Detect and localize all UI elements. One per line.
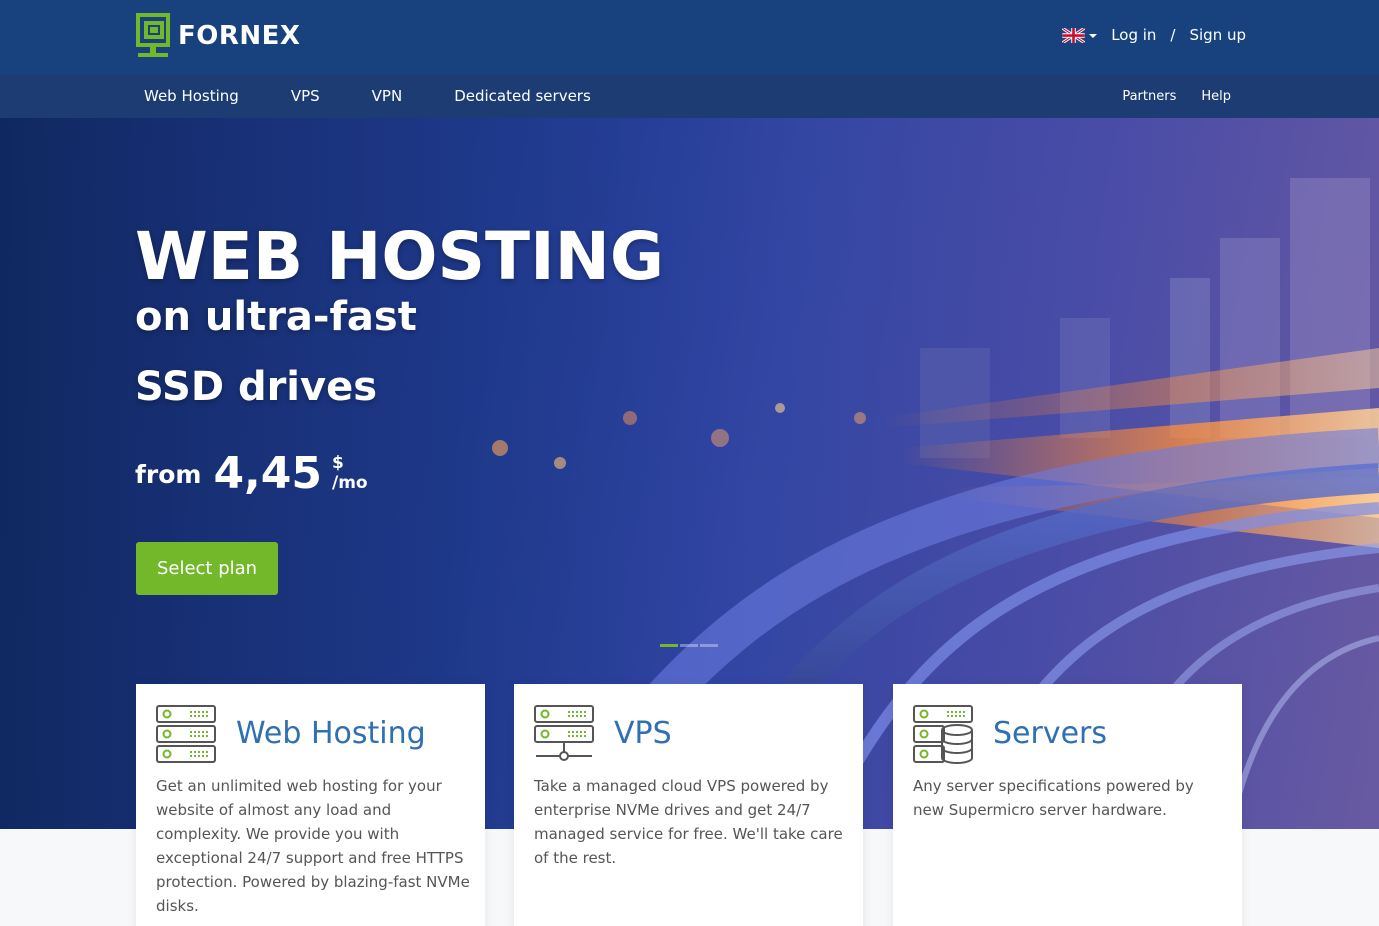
- auth-links: Log in / Sign up: [1062, 26, 1246, 44]
- hero-title: WEB HOSTING: [135, 218, 665, 295]
- server-database-icon: [913, 705, 973, 764]
- logo-text: FORNEX: [178, 21, 301, 51]
- card-title: Web Hosting: [236, 716, 426, 751]
- hero-subtitle-line2: SSD drives: [135, 364, 378, 410]
- hero-subtitle-line1: on ultra-fast: [135, 294, 417, 340]
- server-rack-icon: [156, 705, 216, 763]
- main-nav: Web Hosting VPS VPN Dedicated servers Pa…: [0, 74, 1379, 118]
- uk-flag-icon[interactable]: [1062, 27, 1086, 43]
- logo[interactable]: FORNEX: [136, 13, 300, 59]
- nav-primary: Web Hosting VPS VPN Dedicated servers: [144, 74, 643, 118]
- card-description: Take a managed cloud VPS powered by ente…: [534, 777, 843, 867]
- nav-item-dedicated-servers[interactable]: Dedicated servers: [454, 87, 591, 105]
- price-period: /mo: [332, 473, 368, 493]
- auth-separator: /: [1170, 26, 1176, 44]
- card-title: Servers: [993, 716, 1108, 751]
- chevron-down-icon[interactable]: [1089, 34, 1098, 38]
- card-description: Any server specifications powered by new…: [913, 777, 1194, 819]
- carousel-dot[interactable]: [660, 644, 678, 647]
- nav-item-vps[interactable]: VPS: [291, 87, 320, 105]
- card-title: VPS: [614, 716, 672, 751]
- hero-price: from 4,45 $ /mo: [135, 448, 372, 499]
- service-card-servers[interactable]: Servers Any server specifications powere…: [893, 684, 1242, 926]
- service-card-web-hosting[interactable]: Web Hosting Get an unlimited web hosting…: [136, 684, 485, 926]
- network-server-icon: [534, 705, 594, 761]
- nav-item-partners[interactable]: Partners: [1122, 89, 1176, 104]
- select-plan-button[interactable]: Select plan: [136, 542, 278, 595]
- card-description: Get an unlimited web hosting for your we…: [156, 777, 470, 915]
- price-prefix: from: [135, 460, 202, 489]
- top-header: FORNEX Log in / Sign up: [0, 0, 1379, 74]
- signup-link[interactable]: Sign up: [1189, 26, 1246, 44]
- nav-item-vpn[interactable]: VPN: [372, 87, 403, 105]
- service-card-vps[interactable]: VPS Take a managed cloud VPS powered by …: [514, 684, 863, 926]
- price-currency: $: [332, 453, 344, 473]
- nav-secondary: Partners Help: [1097, 74, 1231, 118]
- carousel-dot[interactable]: [680, 644, 698, 647]
- fornex-logo-icon: [136, 13, 170, 57]
- carousel-indicators: [660, 644, 720, 647]
- carousel-dot[interactable]: [700, 644, 718, 647]
- price-value: 4,45: [213, 448, 322, 499]
- login-link[interactable]: Log in: [1111, 26, 1156, 44]
- nav-item-web-hosting[interactable]: Web Hosting: [144, 87, 239, 105]
- price-unit: $ /mo: [332, 451, 372, 499]
- nav-item-help[interactable]: Help: [1201, 89, 1231, 104]
